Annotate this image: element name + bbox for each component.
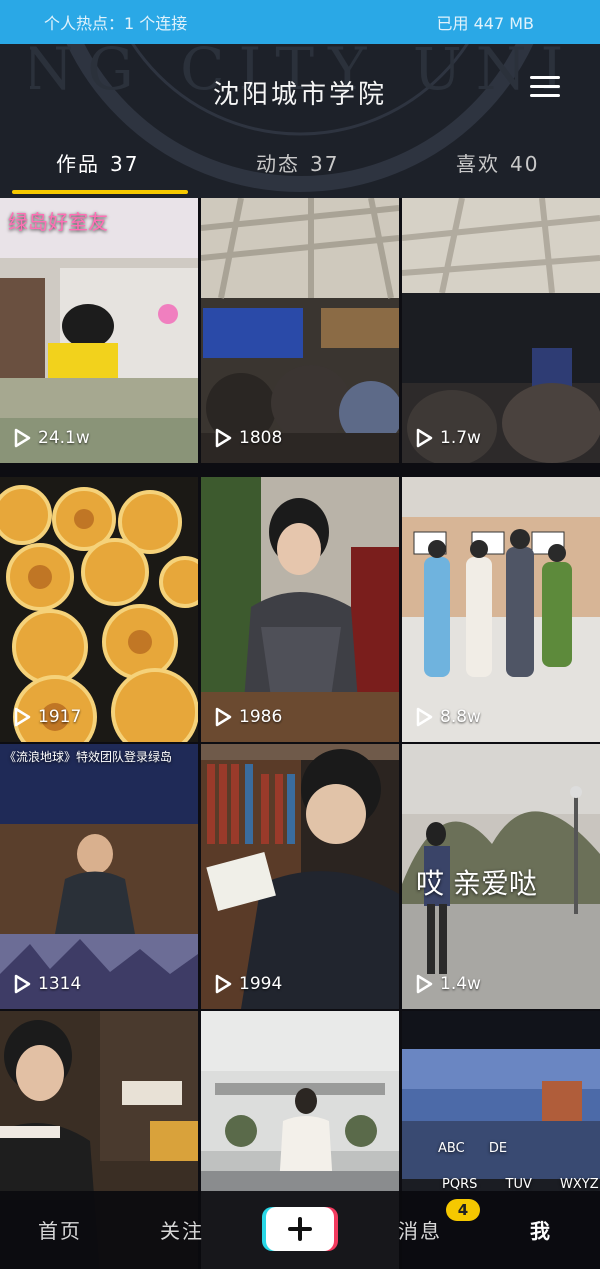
play-count: 1314 (10, 973, 81, 995)
view-count: 1.7w (440, 428, 481, 448)
keyboard-key-pqrs: PQRS (442, 1177, 478, 1192)
tab-likes-label: 喜欢 (456, 152, 500, 176)
video-grid: 绿岛好室友 24.1w 1808 1.7w 1917 1986 8.8w 《流浪… (0, 198, 600, 1269)
play-count: 1.7w (412, 427, 481, 449)
video-thumbnail-image (0, 744, 198, 1009)
video-thumbnail-image (402, 477, 600, 742)
status-bar: 个人热点：1 个连接 已用 447 MB (0, 0, 600, 44)
page-title: 沈阳城市学院 (212, 80, 387, 110)
play-icon (215, 974, 232, 994)
keyboard-row: PQRS TUV WXYZ (442, 1177, 599, 1192)
video-caption: 哎 亲爱哒 (416, 867, 537, 900)
video-thumbnail-image (402, 198, 600, 463)
view-count: 1917 (38, 707, 82, 727)
view-count: 1.4w (440, 974, 481, 994)
tab-activity-label: 动态 (256, 152, 300, 176)
video-thumbnail[interactable]: 1808 (201, 198, 399, 463)
play-count: 8.8w (412, 706, 481, 728)
nav-home[interactable]: 首页 (38, 1215, 82, 1244)
messages-badge: 4 (446, 1199, 480, 1221)
play-count: 1.4w (412, 973, 481, 995)
video-caption: 绿岛好室友 (8, 210, 108, 234)
play-icon (215, 707, 232, 727)
play-icon (416, 428, 433, 448)
tab-activity-count: 37 (310, 152, 340, 176)
view-count: 1314 (38, 974, 82, 994)
video-thumbnail-image (0, 198, 198, 463)
video-thumbnail[interactable]: 8.8w (402, 477, 600, 742)
video-thumbnail-image (201, 477, 399, 742)
play-count: 24.1w (10, 427, 90, 449)
view-count: 1986 (239, 707, 283, 727)
view-count: 8.8w (440, 707, 481, 727)
bottom-navigation: 首页 关注 消息 4 我 (0, 1191, 600, 1269)
nav-messages[interactable]: 消息 (398, 1215, 442, 1244)
video-thumbnail[interactable]: 1986 (201, 477, 399, 742)
play-icon (215, 428, 232, 448)
data-usage: 已用 447 MB (436, 14, 535, 33)
hamburger-menu-icon[interactable] (530, 76, 560, 100)
profile-header: NG CITY UNI 沈阳城市学院 作品 37 动态 37 喜欢 40 (0, 44, 600, 198)
play-icon (14, 428, 31, 448)
video-thumbnail-image (0, 477, 198, 742)
play-icon (14, 974, 31, 994)
video-thumbnail-image (201, 198, 399, 463)
keyboard-key-abc: ABC (438, 1141, 465, 1156)
video-caption: 《流浪地球》特效团队登录绿岛 (4, 750, 173, 764)
tab-likes-count: 40 (510, 152, 540, 176)
tab-works[interactable]: 作品 37 (56, 148, 139, 177)
tab-likes[interactable]: 喜欢 40 (456, 148, 539, 177)
tab-works-count: 37 (110, 152, 140, 176)
hotspot-status: 个人热点：1 个连接 (44, 14, 188, 33)
video-thumbnail-image (201, 744, 399, 1009)
nav-follow[interactable]: 关注 (160, 1215, 204, 1244)
plus-icon (288, 1217, 312, 1241)
tab-activity[interactable]: 动态 37 (256, 148, 339, 177)
play-icon (416, 707, 433, 727)
view-count: 1808 (239, 428, 283, 448)
tab-works-label: 作品 (56, 152, 100, 176)
play-icon (416, 974, 433, 994)
keyboard-key-tuv: TUV (505, 1177, 532, 1192)
active-tab-indicator (12, 190, 188, 194)
play-count: 1986 (211, 706, 282, 728)
view-count: 1994 (239, 974, 283, 994)
video-thumbnail[interactable]: 绿岛好室友 24.1w (0, 198, 198, 463)
play-icon (14, 707, 31, 727)
keyboard-row: ABC DE (438, 1141, 507, 1156)
view-count: 24.1w (38, 428, 90, 448)
video-thumbnail[interactable]: 1917 (0, 477, 198, 742)
video-thumbnail[interactable]: 哎 亲爱哒 1.4w (402, 744, 600, 1009)
video-thumbnail[interactable]: 1.7w (402, 198, 600, 463)
play-count: 1808 (211, 427, 282, 449)
nav-me[interactable]: 我 (530, 1215, 552, 1244)
keyboard-key-wxyz: WXYZ (560, 1177, 599, 1192)
play-count: 1917 (10, 706, 81, 728)
create-video-button[interactable] (266, 1207, 334, 1251)
video-thumbnail[interactable]: 1994 (201, 744, 399, 1009)
video-thumbnail[interactable]: 《流浪地球》特效团队登录绿岛 1314 (0, 744, 198, 1009)
keyboard-key-de: DE (488, 1141, 508, 1156)
profile-tabs: 作品 37 动态 37 喜欢 40 (0, 142, 600, 198)
play-count: 1994 (211, 973, 282, 995)
